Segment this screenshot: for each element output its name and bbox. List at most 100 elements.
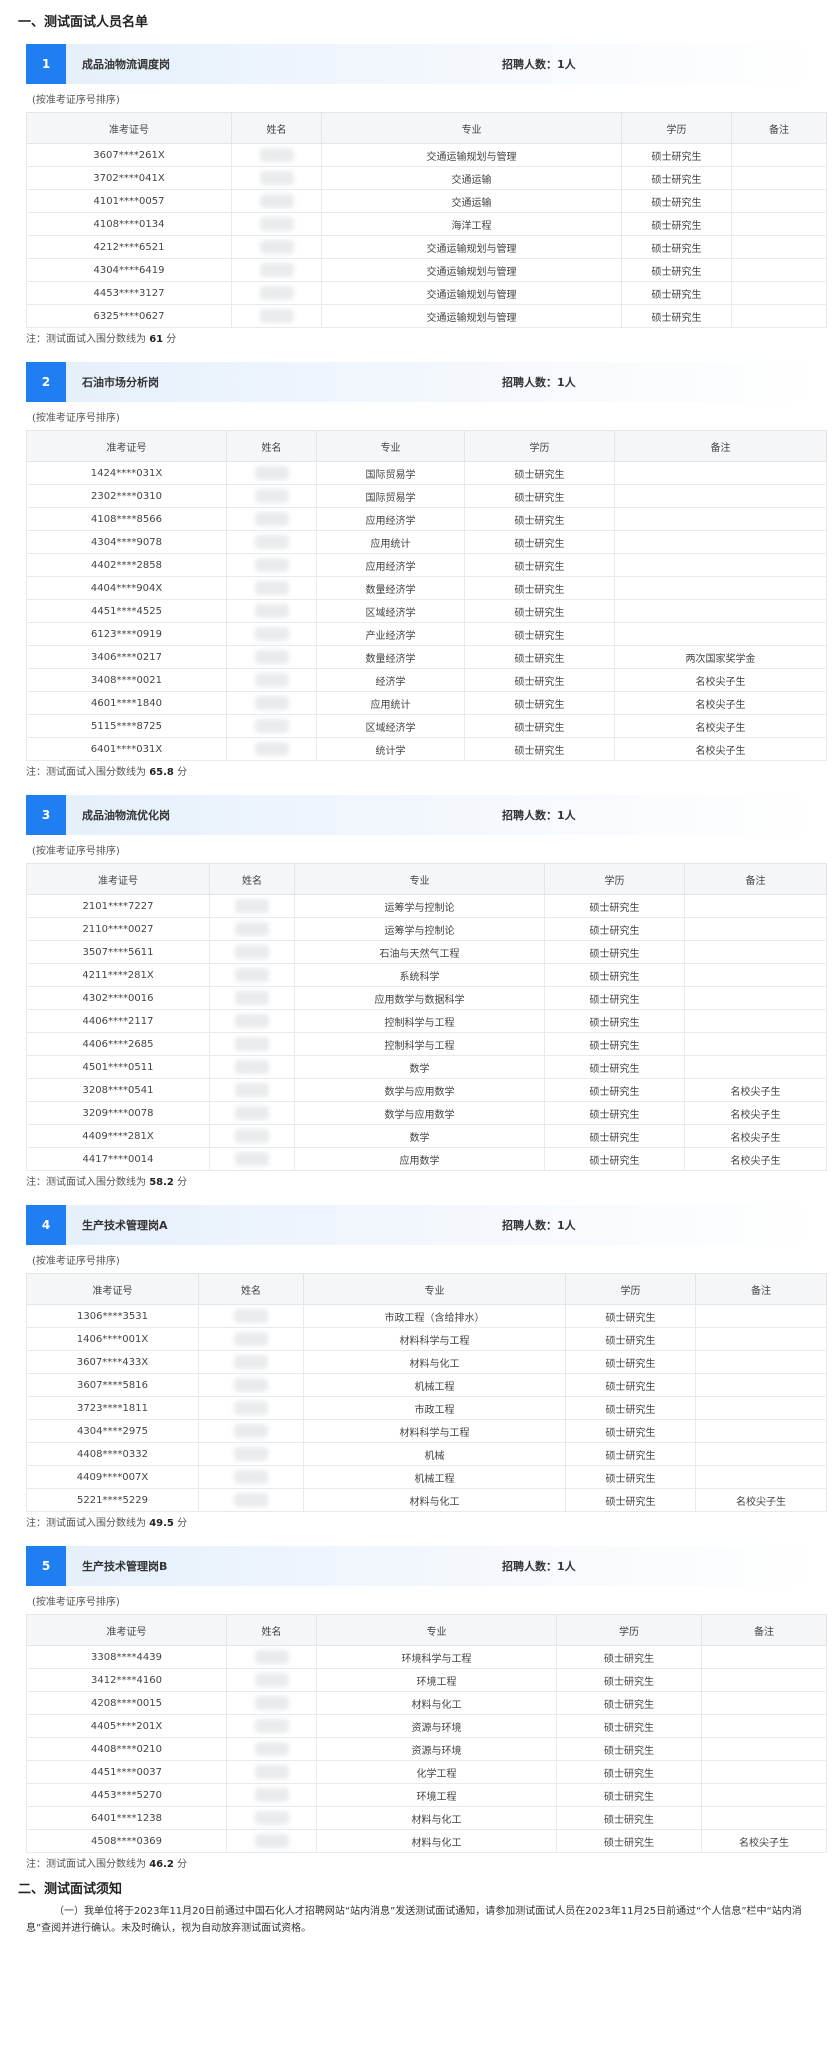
cell-name-redacted: [198, 1396, 304, 1420]
cell-degree: 硕士研究生: [464, 507, 615, 531]
redaction-mask: [254, 742, 289, 756]
cell-degree: 硕士研究生: [621, 143, 732, 167]
cell-degree: 硕士研究生: [565, 1442, 696, 1466]
cell-degree: 硕士研究生: [544, 1147, 685, 1171]
cell-name-redacted: [231, 304, 322, 328]
cell-major: 数学与应用数学: [294, 1078, 545, 1102]
cell-degree: 硕士研究生: [621, 189, 732, 213]
redaction-mask: [235, 1129, 269, 1143]
position-number: 4: [26, 1205, 66, 1245]
cell-major: 数量经济学: [316, 576, 465, 600]
position-block: 3 成品油物流优化岗 招聘人数：1人 (按准考证序号排序) 准考证号 姓名 专业 学历 备注 21…: [18, 795, 827, 1197]
cell-remark: [684, 917, 827, 941]
redaction-mask: [235, 1152, 269, 1166]
cell-major: 应用统计: [316, 530, 465, 554]
cell-name-redacted: [209, 1147, 295, 1171]
redaction-mask: [259, 263, 294, 277]
recruit-count: 招聘人数：1人: [502, 1560, 576, 1573]
position-number: 3: [26, 795, 66, 835]
position-banner: 3 成品油物流优化岗 招聘人数：1人: [26, 795, 822, 835]
cell-remark: [731, 189, 827, 213]
cell-id: 4601****1840: [26, 691, 227, 715]
cell-major: 数学: [294, 1124, 545, 1148]
cell-degree: 硕士研究生: [464, 622, 615, 646]
cutoff-suffix: 分: [177, 1177, 188, 1188]
cell-name-redacted: [198, 1488, 304, 1512]
cell-major: 机械工程: [303, 1465, 566, 1489]
table-row: 4508****0369 材料与化工 硕士研究生 名校尖子生: [26, 1829, 827, 1853]
cell-id: 6325****0627: [26, 304, 232, 328]
cutoff-score: 61: [149, 334, 164, 345]
table-row: 4101****0057 交通运输 硕士研究生: [26, 189, 827, 213]
cutoff-prefix: 注：测试面试入围分数线为: [26, 1177, 146, 1188]
cell-degree: 硕士研究生: [556, 1829, 702, 1853]
cell-remark: 名校尖子生: [614, 691, 827, 715]
cell-major: 数学: [294, 1055, 545, 1079]
cutoff-suffix: 分: [166, 334, 177, 345]
cell-degree: 硕士研究生: [544, 1101, 685, 1125]
table-row: 4406****2117 控制科学与工程 硕士研究生: [26, 1009, 827, 1033]
cell-id: 1306****3531: [26, 1304, 199, 1328]
cell-name-redacted: [226, 668, 317, 692]
cell-name-redacted: [226, 530, 317, 554]
cell-degree: 硕士研究生: [544, 1055, 685, 1079]
cell-degree: 硕士研究生: [544, 1124, 685, 1148]
table-row: 3507****5611 石油与天然气工程 硕士研究生: [26, 940, 827, 964]
cell-remark: 名校尖子生: [695, 1488, 827, 1512]
table-row: 4601****1840 应用统计 硕士研究生 名校尖子生: [26, 691, 827, 715]
cell-remark: [701, 1645, 827, 1669]
cell-major: 交通运输: [321, 166, 622, 190]
cell-remark: [701, 1760, 827, 1784]
cell-major: 系统科学: [294, 963, 545, 987]
cell-major: 市政工程: [303, 1396, 566, 1420]
redaction-mask: [234, 1309, 268, 1323]
cell-name-redacted: [198, 1465, 304, 1489]
cutoff-suffix: 分: [177, 1859, 188, 1870]
cell-major: 材料与化工: [316, 1691, 557, 1715]
redaction-mask: [234, 1470, 268, 1484]
cutoff-prefix: 注：测试面试入围分数线为: [26, 1518, 146, 1529]
cell-id: 4101****0057: [26, 189, 232, 213]
table-row: 4408****0210 资源与环境 硕士研究生: [26, 1737, 827, 1761]
table-row: 4409****007X 机械工程 硕士研究生: [26, 1465, 827, 1489]
cell-id: 6401****031X: [26, 737, 227, 761]
sort-hint: (按准考证序号排序): [32, 846, 120, 857]
recruit-count: 招聘人数：1人: [502, 376, 576, 389]
cell-name-redacted: [198, 1419, 304, 1443]
column-header-major: 专业: [303, 1273, 566, 1305]
cell-remark: [695, 1419, 827, 1443]
cell-name-redacted: [226, 691, 317, 715]
table-row: 4404****904X 数量经济学 硕士研究生: [26, 576, 827, 600]
cell-id: 4408****0332: [26, 1442, 199, 1466]
cell-name-redacted: [226, 1760, 317, 1784]
cell-remark: [701, 1691, 827, 1715]
cell-degree: 硕士研究生: [556, 1714, 702, 1738]
cell-name-redacted: [231, 212, 322, 236]
cell-name-redacted: [209, 917, 295, 941]
cell-remark: [695, 1465, 827, 1489]
cell-degree: 硕士研究生: [621, 304, 732, 328]
cell-id: 3406****0217: [26, 645, 227, 669]
table-row: 3607****5816 机械工程 硕士研究生: [26, 1373, 827, 1397]
position-name: 成品油物流优化岗: [82, 809, 170, 822]
redaction-mask: [254, 719, 289, 733]
cell-id: 4208****0015: [26, 1691, 227, 1715]
redaction-mask: [259, 148, 294, 162]
table-row: 4451****0037 化学工程 硕士研究生: [26, 1760, 827, 1784]
cell-degree: 硕士研究生: [464, 484, 615, 508]
cell-id: 5115****8725: [26, 714, 227, 738]
cell-name-redacted: [209, 963, 295, 987]
cell-id: 4406****2117: [26, 1009, 210, 1033]
redaction-mask: [259, 194, 294, 208]
table-row: 4451****4525 区域经济学 硕士研究生: [26, 599, 827, 623]
cell-degree: 硕士研究生: [464, 645, 615, 669]
column-header-remark: 备注: [731, 112, 827, 144]
cell-degree: 硕士研究生: [464, 576, 615, 600]
cell-id: 3209****0078: [26, 1101, 210, 1125]
cell-major: 区域经济学: [316, 599, 465, 623]
cell-major: 控制科学与工程: [294, 1009, 545, 1033]
cell-degree: 硕士研究生: [544, 1078, 685, 1102]
redaction-mask: [254, 696, 289, 710]
cell-id: 3408****0021: [26, 668, 227, 692]
cell-id: 4108****0134: [26, 212, 232, 236]
